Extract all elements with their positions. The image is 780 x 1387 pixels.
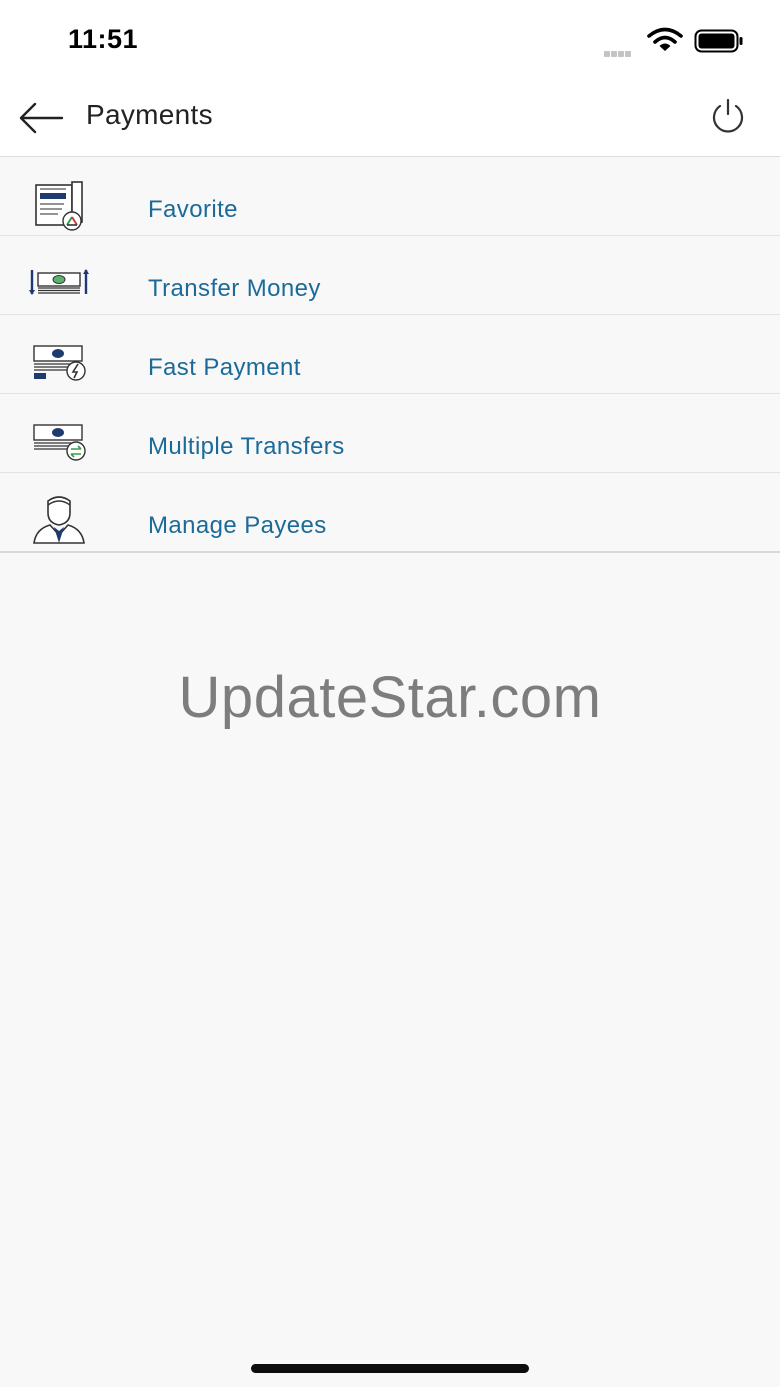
menu-item-favorite[interactable]: Favorite: [0, 157, 780, 236]
battery-icon: [694, 29, 743, 53]
favorite-document-icon: [35, 181, 83, 231]
wifi-icon: [647, 27, 683, 51]
menu-item-label: Fast Payment: [148, 354, 301, 381]
menu-item-transfer-money[interactable]: Transfer Money: [0, 236, 780, 315]
menu-item-label: Manage Payees: [148, 512, 327, 539]
watermark-text: UpdateStar.com: [178, 665, 602, 730]
home-indicator[interactable]: [251, 1364, 529, 1373]
status-time: 11:51: [68, 24, 139, 54]
payments-menu: Favorite Transfer Money Fast Payment Mul…: [0, 157, 780, 553]
menu-item-label: Transfer Money: [148, 275, 321, 302]
menu-item-label: Favorite: [148, 196, 238, 223]
status-bar: 11:51: [0, 0, 780, 80]
page-title: Payments: [86, 99, 213, 130]
transfer-money-icon: [29, 269, 89, 295]
fast-payment-icon: [33, 345, 86, 381]
app-header: Payments: [0, 80, 780, 157]
payee-person-icon: [33, 496, 85, 544]
menu-item-manage-payees[interactable]: Manage Payees: [0, 473, 780, 553]
cellular-signal-icon: [604, 44, 632, 62]
menu-item-multiple-transfers[interactable]: Multiple Transfers: [0, 394, 780, 473]
menu-item-label: Multiple Transfers: [148, 433, 345, 460]
multiple-transfers-icon: [33, 424, 86, 461]
menu-item-fast-payment[interactable]: Fast Payment: [0, 315, 780, 394]
power-logout-icon[interactable]: [708, 97, 748, 137]
back-arrow-icon[interactable]: [18, 101, 64, 135]
